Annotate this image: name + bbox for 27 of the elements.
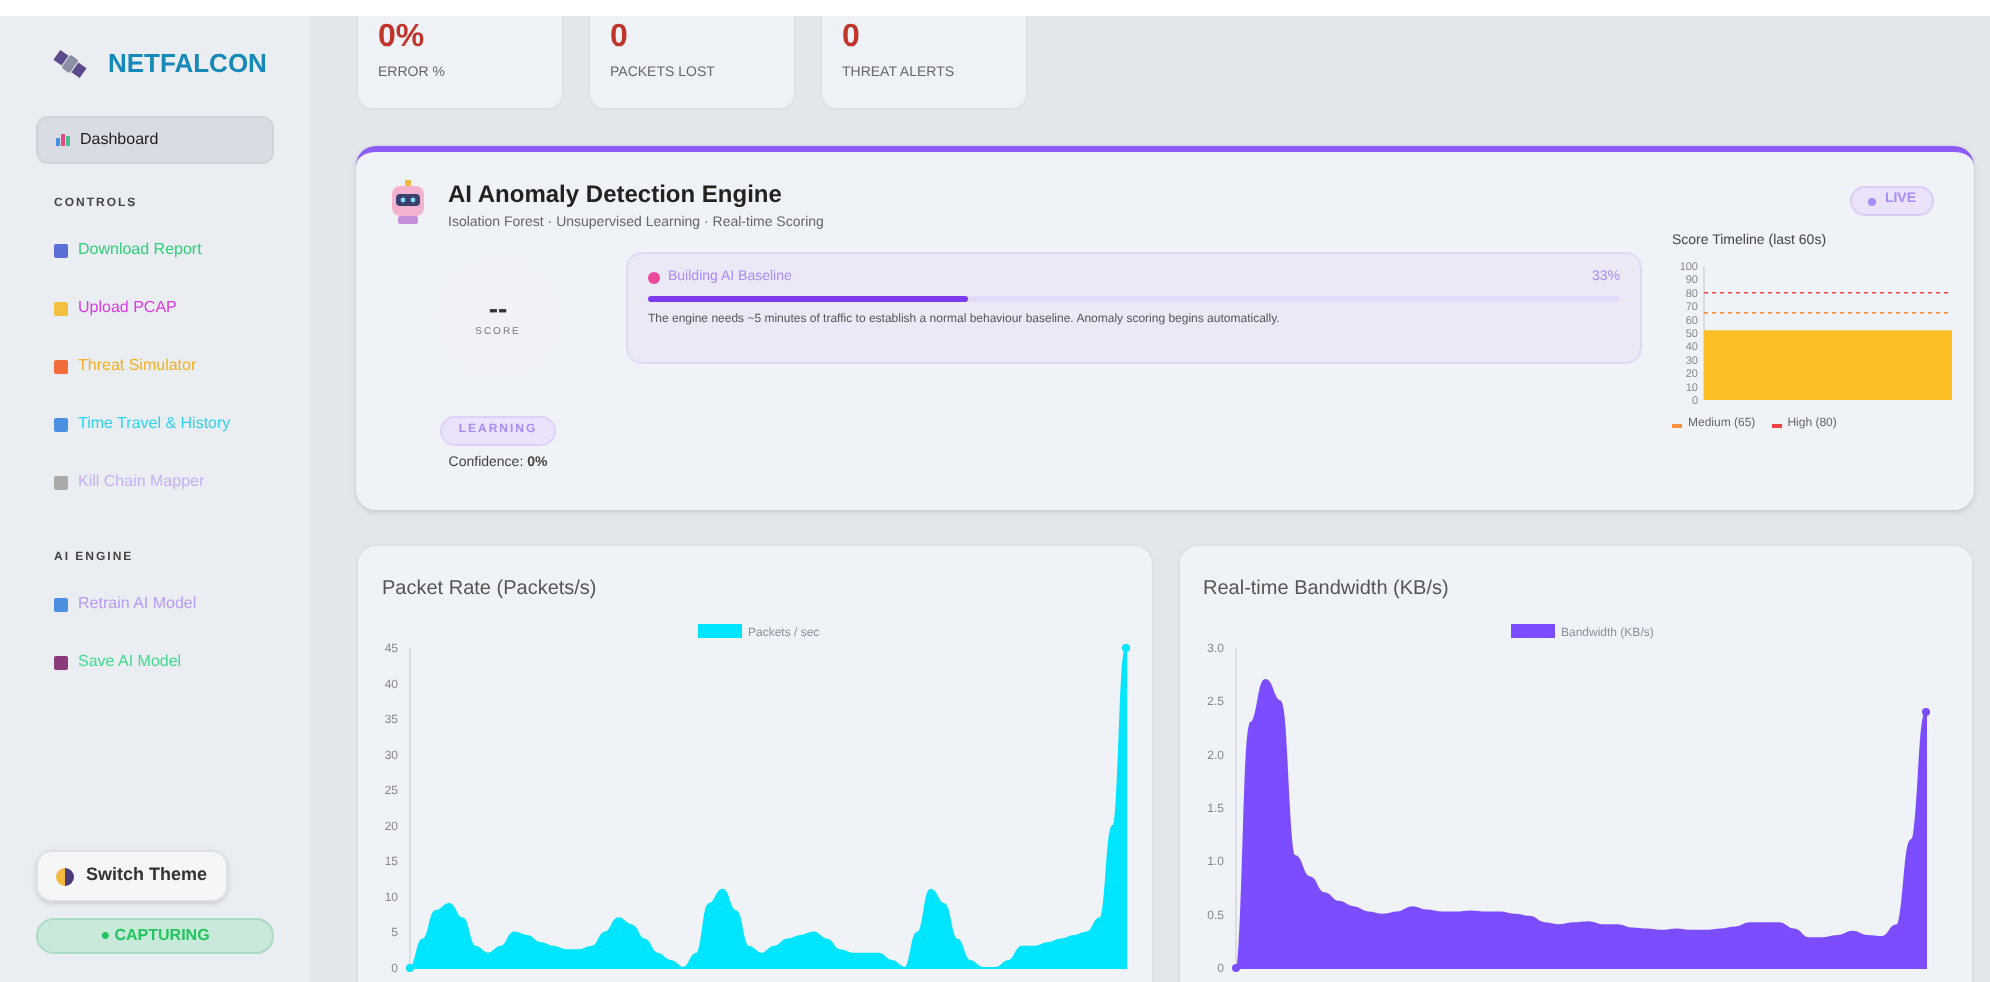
nav-item[interactable]: Time Travel & History (36, 395, 274, 453)
data-point (1122, 644, 1130, 652)
data-point (406, 964, 414, 972)
nav-item[interactable]: Dashboard (36, 115, 274, 163)
brand-name: NETFALCON (108, 46, 267, 82)
satellite-icon (52, 45, 88, 82)
switch-theme-button[interactable]: Switch Theme (36, 850, 228, 902)
half-moon-icon (56, 867, 74, 885)
score-value: -- (488, 293, 508, 322)
stat-value: 0 (842, 20, 862, 56)
stat-value: 0% (378, 20, 427, 56)
engine-title: AI Anomaly Detection Engine (448, 180, 784, 210)
capturing-status: ● CAPTURING (36, 918, 274, 954)
chart-title: Real-time Bandwidth (KB/s) (1203, 576, 1451, 604)
nav-item[interactable]: Retrain AI Model (36, 575, 274, 633)
nav-item[interactable]: Upload PCAP (36, 279, 274, 337)
nav-item[interactable]: Kill Chain Mapper (36, 453, 274, 511)
stat-value: 0 (610, 20, 630, 56)
nav-item[interactable]: Save AI Model (36, 633, 274, 691)
bar-chart-icon (56, 132, 70, 146)
data-point (1231, 964, 1239, 972)
y-axis (1703, 265, 1705, 401)
nav-item[interactable]: Download Report (36, 221, 274, 279)
chart-title: Packet Rate (Packets/s) (382, 576, 599, 604)
nav-item[interactable]: Threat Simulator (36, 337, 274, 395)
robot-icon (388, 180, 428, 224)
data-point (1921, 708, 1929, 716)
